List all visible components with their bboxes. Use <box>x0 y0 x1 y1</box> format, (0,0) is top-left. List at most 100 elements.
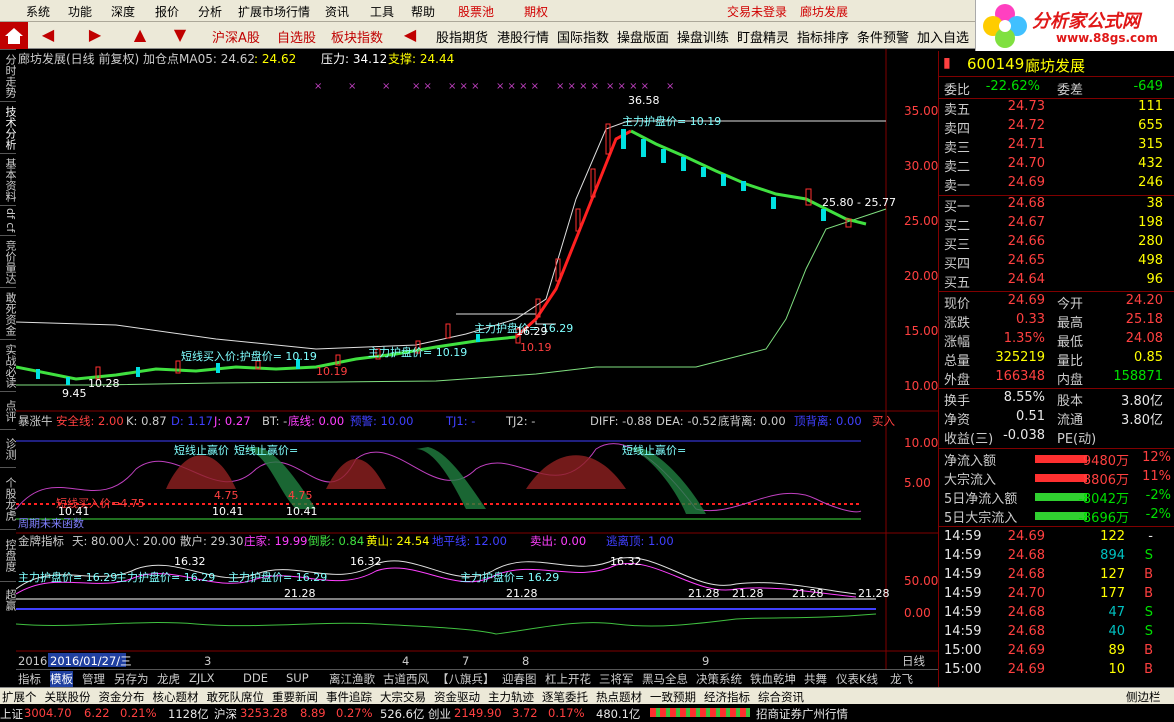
info-tab[interactable]: 逐笔委托 <box>542 689 588 705</box>
bid-label: 买二 <box>944 219 971 234</box>
sidebar-tab-capital[interactable]: 敢死资金 <box>0 287 17 339</box>
indicator-tab[interactable]: 黑马全息 <box>642 671 688 687</box>
tab-watch-wizard[interactable]: 盯盘精灵 <box>737 25 789 46</box>
hs-change: 8.89 <box>300 706 326 720</box>
info-tab[interactable]: 经济指标 <box>704 689 750 705</box>
indicator-tab[interactable]: 模板 <box>50 671 73 687</box>
info-tab[interactable]: 关联股份 <box>45 689 91 705</box>
info-tab[interactable]: 主力轨迹 <box>488 689 534 705</box>
ind2-note: 21.28 <box>858 587 890 600</box>
tab-futures[interactable]: 股指期货 <box>436 25 488 46</box>
menu-function[interactable]: 功能 <box>68 3 92 20</box>
home-button[interactable] <box>0 22 28 49</box>
stat-value: 166348 <box>995 369 1045 384</box>
indicator-tab[interactable]: 古道西风 <box>383 671 429 687</box>
indicator-tab[interactable]: 另存为 <box>114 671 149 687</box>
indicator-tab[interactable]: 决策系统 <box>696 671 742 687</box>
sidebar-tab-auction[interactable]: 竞价量达 <box>0 235 17 287</box>
sidebar-tab-intraday[interactable]: 分时走势 <box>0 49 17 101</box>
indicator-tab[interactable]: 【八旗兵】 <box>437 671 495 687</box>
sidebar-tab-diagnose[interactable]: 诊测 <box>0 429 17 467</box>
logo-url: www.88gs.com <box>1056 31 1158 45</box>
forward-arrow-icon[interactable]: ▶ <box>85 25 105 45</box>
tab-shsz-a[interactable]: 沪深A股 <box>212 25 260 46</box>
indicator-tab[interactable]: 指标 <box>18 671 41 687</box>
up-arrow-icon[interactable]: ▲ <box>130 25 150 45</box>
menu-quote[interactable]: 报价 <box>155 3 179 20</box>
flow-pct: -2% <box>1145 507 1171 522</box>
period-label[interactable]: 日线 <box>902 654 925 668</box>
ind1-safety: 安全线: 2.00 <box>56 414 124 428</box>
sidebar-tab-control[interactable]: 控盘度 <box>0 529 17 581</box>
indicator-tab[interactable]: DDE <box>243 671 268 685</box>
sidebar-tab-super[interactable]: 超赢 <box>0 581 17 617</box>
wecha-value: -649 <box>1133 79 1163 94</box>
info-tab[interactable]: 核心题材 <box>153 689 199 705</box>
tick-row: 15:00 24.69 10 B <box>939 662 1174 681</box>
info-tab[interactable]: 扩展个 <box>2 689 37 705</box>
trade-login-status[interactable]: 交易未登录 <box>727 3 787 20</box>
tab-add-watchlist[interactable]: 加入自选 <box>917 25 969 46</box>
sidebar-tab-comment[interactable]: 点评 <box>0 391 17 429</box>
tab-trade-training[interactable]: 操盘训练 <box>677 25 729 46</box>
tab-indicator-sort[interactable]: 指标排序 <box>797 25 849 46</box>
menu-options[interactable]: 期权 <box>524 3 548 20</box>
ask-label: 卖四 <box>944 122 971 137</box>
date-label: 3 <box>204 654 211 668</box>
stat-label: 换手 <box>944 394 971 409</box>
info-tab[interactable]: 资金驱动 <box>434 689 480 705</box>
menu-help[interactable]: 帮助 <box>411 3 435 20</box>
ind2-note: 主力护盘价= 16.29 <box>228 570 327 584</box>
date-cursor[interactable]: 2016/01/27/三 <box>50 654 132 668</box>
menu-analysis[interactable]: 分析 <box>198 3 222 20</box>
indicator-tab[interactable]: 龙飞 <box>890 671 913 687</box>
tab-condition-alert[interactable]: 条件预警 <box>857 25 909 46</box>
tab-hk-stocks[interactable]: 港股行情 <box>497 25 549 46</box>
indicator-tab[interactable]: 龙虎 <box>157 671 180 687</box>
kline-chart[interactable]: 廊坊发展(日线 前复权) 加仓点 MA05: 24.62 : 24.62 压力:… <box>16 49 938 669</box>
menu-extended-market[interactable]: 扩展市场行情 <box>238 3 310 20</box>
info-tab[interactable]: 一致预期 <box>650 689 696 705</box>
indicator-tab[interactable]: 三将军 <box>599 671 634 687</box>
flow-row: 大宗流入 8806万 11% <box>939 469 1174 488</box>
menu-stock-pool[interactable]: 股票池 <box>458 3 494 20</box>
down-arrow-icon[interactable]: ▼ <box>170 25 190 45</box>
indicator-tab[interactable]: 共舞 <box>804 671 827 687</box>
sidebar-tab-guide[interactable]: 实战必读 <box>0 339 17 391</box>
svg-text:× × × ×: × × × × <box>556 81 599 92</box>
info-tab[interactable]: 敢死队席位 <box>207 689 265 705</box>
menu-system[interactable]: 系统 <box>26 3 50 20</box>
indicator-tab[interactable]: 离江渔歌 <box>329 671 375 687</box>
nav-left-icon[interactable]: ◀ <box>400 25 420 45</box>
info-tab[interactable]: 重要新闻 <box>272 689 318 705</box>
indicator-tab[interactable]: ZJLX <box>189 671 215 685</box>
ind1-note: 4.75 <box>288 489 313 502</box>
tab-sector-index[interactable]: 板块指数 <box>331 25 383 46</box>
menu-tools[interactable]: 工具 <box>370 3 394 20</box>
info-tab[interactable]: 大宗交易 <box>380 689 426 705</box>
svg-text:×: × <box>382 81 390 92</box>
info-tab[interactable]: 综合资讯 <box>758 689 804 705</box>
sidebar-tab-technical[interactable]: 技术分析 <box>0 101 17 153</box>
indicator-tab[interactable]: 迎春图 <box>502 671 537 687</box>
indicator-tab[interactable]: SUP <box>286 671 309 685</box>
tab-intl-index[interactable]: 国际指数 <box>557 25 609 46</box>
info-tab[interactable]: 事件追踪 <box>326 689 372 705</box>
ask-volume: 111 <box>1138 99 1163 114</box>
indicator-tab[interactable]: 管理 <box>82 671 105 687</box>
tab-trade-layout[interactable]: 操盘版面 <box>617 25 669 46</box>
sidebar-tab-dragon-tiger[interactable]: 个股龙虎 <box>0 467 17 529</box>
indicator-tab[interactable]: 仪表K线 <box>836 671 878 687</box>
info-tab[interactable]: 资金分布 <box>99 689 145 705</box>
sidebar-tab-dfcf[interactable]: df cf <box>0 205 17 235</box>
indicator-tab[interactable]: 杠上开花 <box>545 671 591 687</box>
back-arrow-icon[interactable]: ◀ <box>38 25 58 45</box>
menu-news[interactable]: 资讯 <box>325 3 349 20</box>
indicator-tab[interactable]: 铁血乾坤 <box>750 671 796 687</box>
menu-depth[interactable]: 深度 <box>111 3 135 20</box>
sidebar-tab-fundamentals[interactable]: 基本资料 <box>0 153 17 205</box>
sidebar-toggle[interactable]: 侧边栏 <box>1126 689 1161 705</box>
info-tab[interactable]: 热点题材 <box>596 689 642 705</box>
hs-pct: 0.27% <box>336 706 373 720</box>
tab-watchlist[interactable]: 自选股 <box>277 25 316 46</box>
